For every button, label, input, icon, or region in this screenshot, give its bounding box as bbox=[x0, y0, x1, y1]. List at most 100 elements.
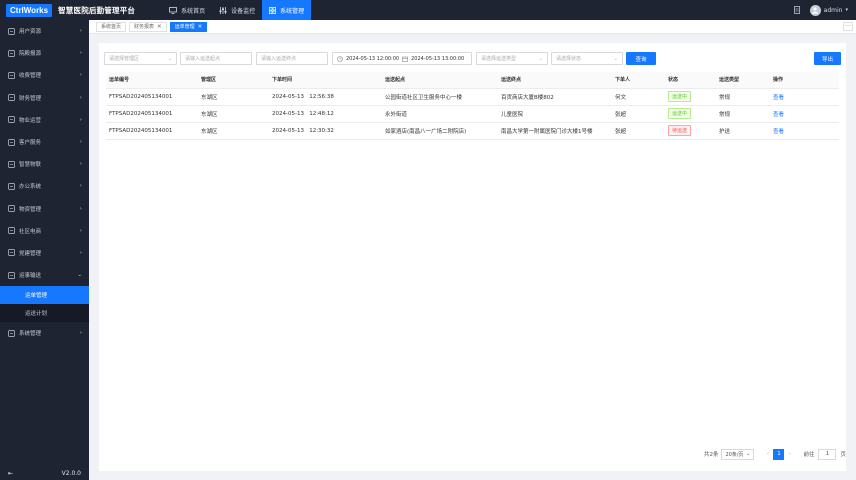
sidebar-item-label: 社区电商 bbox=[19, 228, 42, 235]
date-range-picker[interactable]: 2024-05-13 12:00:00 2024-05-13 13:00:00 bbox=[332, 52, 472, 65]
close-icon[interactable]: ✕ bbox=[198, 24, 203, 30]
user-icon bbox=[812, 7, 819, 14]
sidebar: 用户资源 › 院殿报源 › 收费管理 › 财务管理 › 物业运营 › 客户服务 › 智慧物联 › 办公系统 ›… bbox=[0, 20, 89, 480]
goto-label: 前往 bbox=[803, 452, 815, 458]
filter-bar: 请选择管理区 ⌄ 请输入运送起点 请输入运送终点 2024-05-13 12:0… bbox=[104, 52, 844, 66]
tab-label: 系统首页 bbox=[101, 24, 122, 30]
username[interactable]: admin bbox=[824, 7, 843, 14]
nav-system-management[interactable]: 系统管理 bbox=[262, 0, 312, 20]
box-icon bbox=[8, 205, 15, 212]
building-icon bbox=[8, 116, 15, 124]
status-badge: 运送中 bbox=[668, 108, 692, 119]
chip-icon bbox=[8, 160, 15, 168]
nav-device-monitor[interactable]: 设备监控 bbox=[212, 0, 262, 20]
top-bar: CtrlWorks 智慧医院后勤管理平台 系统首页 设备监控 系统管理 admi… bbox=[0, 0, 856, 20]
cell-action: 查看 bbox=[770, 88, 839, 106]
sidebar-item-system[interactable]: 系统管理 › bbox=[0, 322, 89, 344]
type-placeholder: 请选择运送类型 bbox=[481, 56, 517, 62]
prev-page-button[interactable]: ‹ bbox=[762, 449, 773, 460]
sidebar-item-label: 系统管理 bbox=[19, 331, 42, 338]
area-select[interactable]: 请选择管理区 ⌄ bbox=[104, 52, 177, 65]
top-nav: 系统首页 设备监控 系统管理 bbox=[162, 0, 312, 20]
cell-start: 如家酒店(南昌八一广场二附院店) bbox=[382, 122, 498, 140]
close-icon[interactable]: ✕ bbox=[157, 24, 162, 30]
cell-order-time: 2024-05-13 12:48:12 bbox=[269, 105, 382, 123]
col-end: 运送终点 bbox=[498, 72, 612, 89]
view-link[interactable]: 查看 bbox=[773, 129, 784, 135]
main-card: 请选择管理区 ⌄ 请输入运送起点 请输入运送终点 2024-05-13 12:0… bbox=[99, 43, 846, 471]
more-icon[interactable]: … bbox=[843, 22, 853, 31]
sidebar-item-2[interactable]: 收费管理 › bbox=[0, 64, 89, 86]
sidebar-item-4[interactable]: 物业运营 › bbox=[0, 109, 89, 131]
table-header: 运单编号 管理区 下单时间 运送起点 运送终点 下单人 状态 运送类型 操作 bbox=[106, 72, 839, 89]
chevron-right-icon: › bbox=[79, 116, 82, 123]
sidebar-item-8[interactable]: 物资管理 › bbox=[0, 198, 89, 220]
status-badge: 待运送 bbox=[668, 125, 692, 136]
status-select[interactable]: 请选择状态 ⌄ bbox=[551, 52, 623, 65]
next-page-button[interactable]: › bbox=[784, 449, 795, 460]
search-button[interactable]: 查询 bbox=[626, 52, 656, 65]
pagination: 共2条 20条/页 ⌄ ‹ 1 › 前往 1 页 bbox=[704, 448, 846, 460]
export-button[interactable]: 导出 bbox=[814, 52, 841, 65]
document-icon[interactable] bbox=[793, 6, 800, 14]
view-link[interactable]: 查看 bbox=[773, 112, 784, 118]
sidebar-item-6[interactable]: 智慧物联 › bbox=[0, 153, 89, 175]
monitor-icon bbox=[169, 6, 177, 14]
goto-input[interactable]: 1 bbox=[818, 448, 837, 460]
cell-orderer: 何文 bbox=[612, 88, 665, 106]
chevron-down-icon[interactable]: ▾ bbox=[845, 7, 848, 13]
chevron-right-icon: › bbox=[79, 28, 82, 34]
chevron-right-icon: › bbox=[79, 227, 82, 234]
sidebar-item-label: 办公系统 bbox=[19, 184, 42, 191]
page-size-select[interactable]: 20条/页 ⌄ bbox=[721, 448, 755, 460]
sidebar-item-0[interactable]: 用户资源 › bbox=[0, 20, 89, 42]
type-select[interactable]: 请选择运送类型 ⌄ bbox=[476, 52, 548, 65]
end-placeholder: 请输入运送终点 bbox=[261, 56, 297, 62]
sidebar-footer: ⇤ V2.0.0 bbox=[0, 466, 89, 480]
page-size-value: 20条/页 bbox=[725, 451, 744, 458]
sidebar-item-9[interactable]: 社区电商 › bbox=[0, 220, 89, 242]
truck-icon bbox=[8, 271, 15, 279]
chevron-right-icon: › bbox=[79, 205, 82, 212]
cell-end: 儿童医院 bbox=[498, 105, 612, 123]
avatar[interactable] bbox=[809, 4, 821, 16]
area-placeholder: 请选择管理区 bbox=[109, 56, 140, 62]
cell-waybill-id: FTPSAD202405134001 bbox=[106, 88, 198, 106]
tab-waybill-management[interactable]: 运单管理 ✕ bbox=[169, 21, 208, 32]
headset-icon bbox=[8, 138, 15, 146]
sidebar-item-3[interactable]: 财务管理 › bbox=[0, 87, 89, 109]
wallet-icon bbox=[8, 94, 15, 102]
view-link[interactable]: 查看 bbox=[773, 95, 784, 101]
chevron-right-icon: › bbox=[79, 138, 82, 145]
chevron-down-icon: ⌄ bbox=[167, 56, 172, 62]
col-area: 管理区 bbox=[198, 72, 269, 89]
tab-home[interactable]: 系统首页 bbox=[96, 21, 127, 32]
version-label: V2.0.0 bbox=[61, 469, 81, 477]
chevron-right-icon: › bbox=[79, 183, 82, 190]
start-input[interactable]: 请输入运送起点 bbox=[180, 52, 252, 65]
cell-action: 查看 bbox=[770, 105, 839, 123]
col-orderer: 下单人 bbox=[612, 72, 665, 89]
collapse-icon[interactable]: ⇤ bbox=[8, 470, 13, 477]
sidebar-subitem-0[interactable]: 运单管理 bbox=[0, 286, 89, 305]
cell-start: 公园街道社区卫生服务中心一楼 bbox=[382, 88, 498, 106]
sidebar-item-7[interactable]: 办公系统 › bbox=[0, 175, 89, 197]
nav-home[interactable]: 系统首页 bbox=[162, 0, 212, 20]
page-unit: 页 bbox=[840, 452, 846, 458]
sidebar-item-11[interactable]: 运事输送 ⌄ bbox=[0, 264, 89, 286]
sidebar-item-5[interactable]: 客户服务 › bbox=[0, 131, 89, 153]
col-type: 运送类型 bbox=[716, 72, 770, 89]
page-number-current[interactable]: 1 bbox=[773, 448, 785, 460]
sidebar-item-1[interactable]: 院殿报源 › bbox=[0, 42, 89, 64]
sidebar-subitem-1[interactable]: 运送计划 bbox=[0, 304, 89, 323]
sidebar-item-label: 物资管理 bbox=[19, 206, 42, 213]
tab-finance-report[interactable]: 财务报表 ✕ bbox=[129, 21, 167, 32]
cell-area: 东湖区 bbox=[198, 105, 269, 123]
chevron-right-icon: › bbox=[79, 249, 82, 256]
briefcase-icon bbox=[8, 183, 15, 190]
end-input[interactable]: 请输入运送终点 bbox=[256, 52, 328, 65]
chevron-down-icon: ⌄ bbox=[746, 450, 751, 457]
sliders-icon bbox=[219, 6, 227, 14]
flag-icon bbox=[8, 249, 15, 257]
sidebar-item-10[interactable]: 党建管理 › bbox=[0, 242, 89, 264]
